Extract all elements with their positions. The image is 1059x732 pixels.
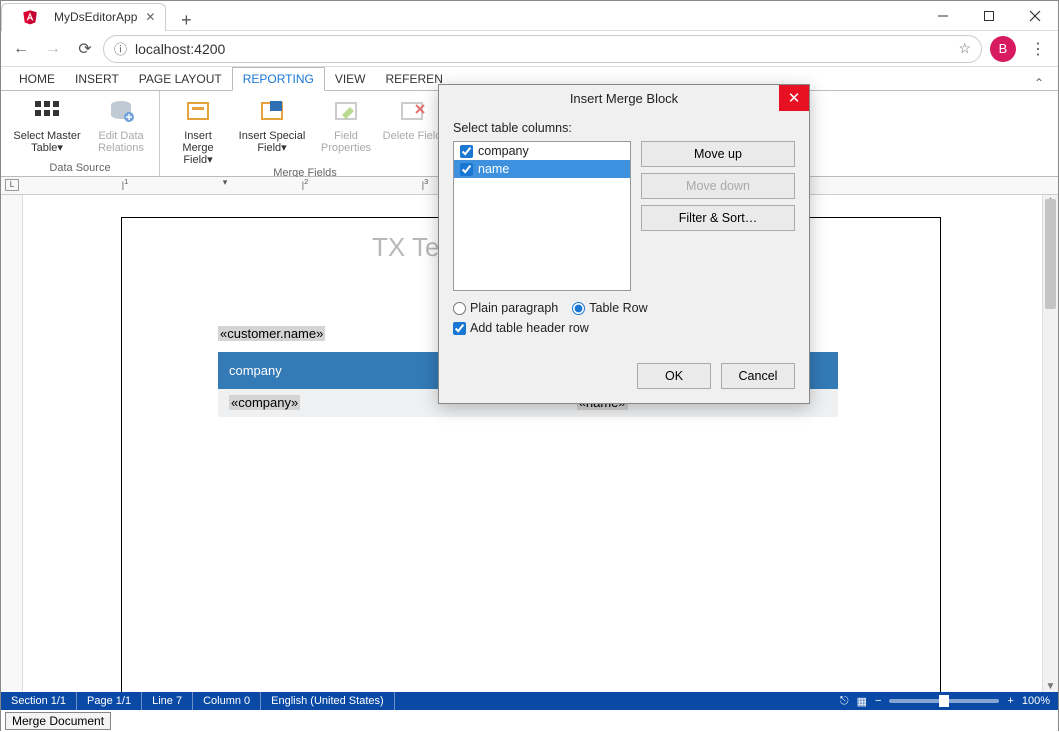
new-tab-button[interactable]: + <box>172 10 200 31</box>
insert-merge-field[interactable]: Insert Merge Field▾ <box>168 93 228 166</box>
tab-home[interactable]: HOME <box>9 68 65 90</box>
field-properties[interactable]: Field Properties <box>316 93 376 154</box>
status-line[interactable]: Line 7 <box>142 692 193 710</box>
nav-reload[interactable]: ⟳ <box>71 35 99 63</box>
profile-avatar[interactable]: B <box>990 36 1016 62</box>
window-minimize[interactable] <box>920 1 966 31</box>
move-up-button[interactable]: Move up <box>641 141 795 167</box>
group-label-data-source: Data Source <box>9 161 151 176</box>
delete-field[interactable]: Delete Field <box>382 93 442 142</box>
tab-view[interactable]: VIEW <box>325 68 376 90</box>
merge-field-icon <box>182 95 214 127</box>
list-item[interactable]: company <box>454 142 630 160</box>
edit-data-relations[interactable]: Edit Data Relations <box>91 93 151 154</box>
bookmark-icon[interactable]: ☆ <box>958 40 971 57</box>
radio-plain-paragraph[interactable]: Plain paragraph <box>453 301 558 315</box>
column-checkbox[interactable] <box>460 145 473 158</box>
view-mode-icon[interactable]: ▦ <box>857 695 867 708</box>
zoom-slider-knob[interactable] <box>939 695 949 707</box>
vertical-scrollbar[interactable]: ▲ ▼ <box>1042 195 1058 692</box>
browser-toolbar: ← → ⟳ ⓘ localhost:4200 ☆ B ⋮ <box>1 31 1058 67</box>
select-columns-label: Select table columns: <box>453 121 795 135</box>
nav-forward[interactable]: → <box>39 35 67 63</box>
columns-listbox[interactable]: company name <box>453 141 631 291</box>
tab-close-icon[interactable]: ✕ <box>145 10 155 24</box>
status-bar: Section 1/1 Page 1/1 Line 7 Column 0 Eng… <box>1 692 1058 710</box>
column-checkbox[interactable] <box>460 163 473 176</box>
special-field-icon <box>256 95 288 127</box>
dialog-close-button[interactable]: ✕ <box>779 85 809 111</box>
tab-insert[interactable]: INSERT <box>65 68 129 90</box>
zoom-slider[interactable] <box>889 699 999 703</box>
track-changes-icon[interactable]: ⎋ <box>840 695 849 708</box>
insert-merge-block-dialog: Insert Merge Block ✕ Select table column… <box>438 84 810 404</box>
nav-back[interactable]: ← <box>7 35 35 63</box>
radio-table-row[interactable]: Table Row <box>572 301 647 315</box>
tab-reporting[interactable]: REPORTING <box>232 67 325 91</box>
move-down-button[interactable]: Move down <box>641 173 795 199</box>
window-close[interactable] <box>1012 1 1058 31</box>
dialog-title: Insert Merge Block <box>570 91 678 106</box>
filter-sort-button[interactable]: Filter & Sort… <box>641 205 795 231</box>
browser-tab-title: MyDsEditorApp <box>54 10 137 24</box>
merge-field-customer-name[interactable]: «customer.name» <box>218 326 325 341</box>
status-section[interactable]: Section 1/1 <box>1 692 77 710</box>
insert-special-field[interactable]: Insert Special Field▾ <box>234 93 310 154</box>
cancel-button[interactable]: Cancel <box>721 363 795 389</box>
browser-tab[interactable]: MyDsEditorApp ✕ <box>1 3 166 31</box>
zoom-level[interactable]: 100% <box>1022 695 1050 707</box>
checkbox-add-header-row[interactable]: Add table header row <box>453 321 795 335</box>
scroll-down-icon[interactable]: ▼ <box>1043 681 1058 692</box>
window-titlebar: MyDsEditorApp ✕ + <box>1 1 1058 31</box>
scrollbar-thumb[interactable] <box>1045 199 1056 309</box>
zoom-in-button[interactable]: + <box>1007 695 1013 707</box>
status-page[interactable]: Page 1/1 <box>77 692 142 710</box>
delete-field-icon <box>396 95 428 127</box>
site-info-icon[interactable]: ⓘ <box>114 39 127 58</box>
window-maximize[interactable] <box>966 1 1012 31</box>
list-item[interactable]: name <box>454 160 630 178</box>
bottom-toolbar: Merge Document <box>1 710 1058 732</box>
merge-document-button[interactable]: Merge Document <box>5 712 111 730</box>
address-bar[interactable]: ⓘ localhost:4200 ☆ <box>103 35 982 63</box>
dialog-titlebar[interactable]: Insert Merge Block ✕ <box>439 85 809 111</box>
status-column[interactable]: Column 0 <box>193 692 261 710</box>
ok-button[interactable]: OK <box>637 363 711 389</box>
select-master-table[interactable]: Select Master Table▾ <box>9 93 85 154</box>
ruler-corner: L <box>5 179 19 191</box>
angular-icon <box>22 9 38 25</box>
browser-menu-icon[interactable]: ⋮ <box>1024 39 1052 59</box>
url-text: localhost:4200 <box>135 41 225 57</box>
vertical-ruler[interactable] <box>1 195 23 692</box>
ribbon-collapse-icon[interactable]: ⌃ <box>1034 76 1044 90</box>
status-language[interactable]: English (United States) <box>261 692 395 710</box>
table-grid-icon <box>31 95 63 127</box>
database-icon <box>105 95 137 127</box>
zoom-out-button[interactable]: − <box>875 695 881 707</box>
field-properties-icon <box>330 95 362 127</box>
tab-page-layout[interactable]: PAGE LAYOUT <box>129 68 232 90</box>
